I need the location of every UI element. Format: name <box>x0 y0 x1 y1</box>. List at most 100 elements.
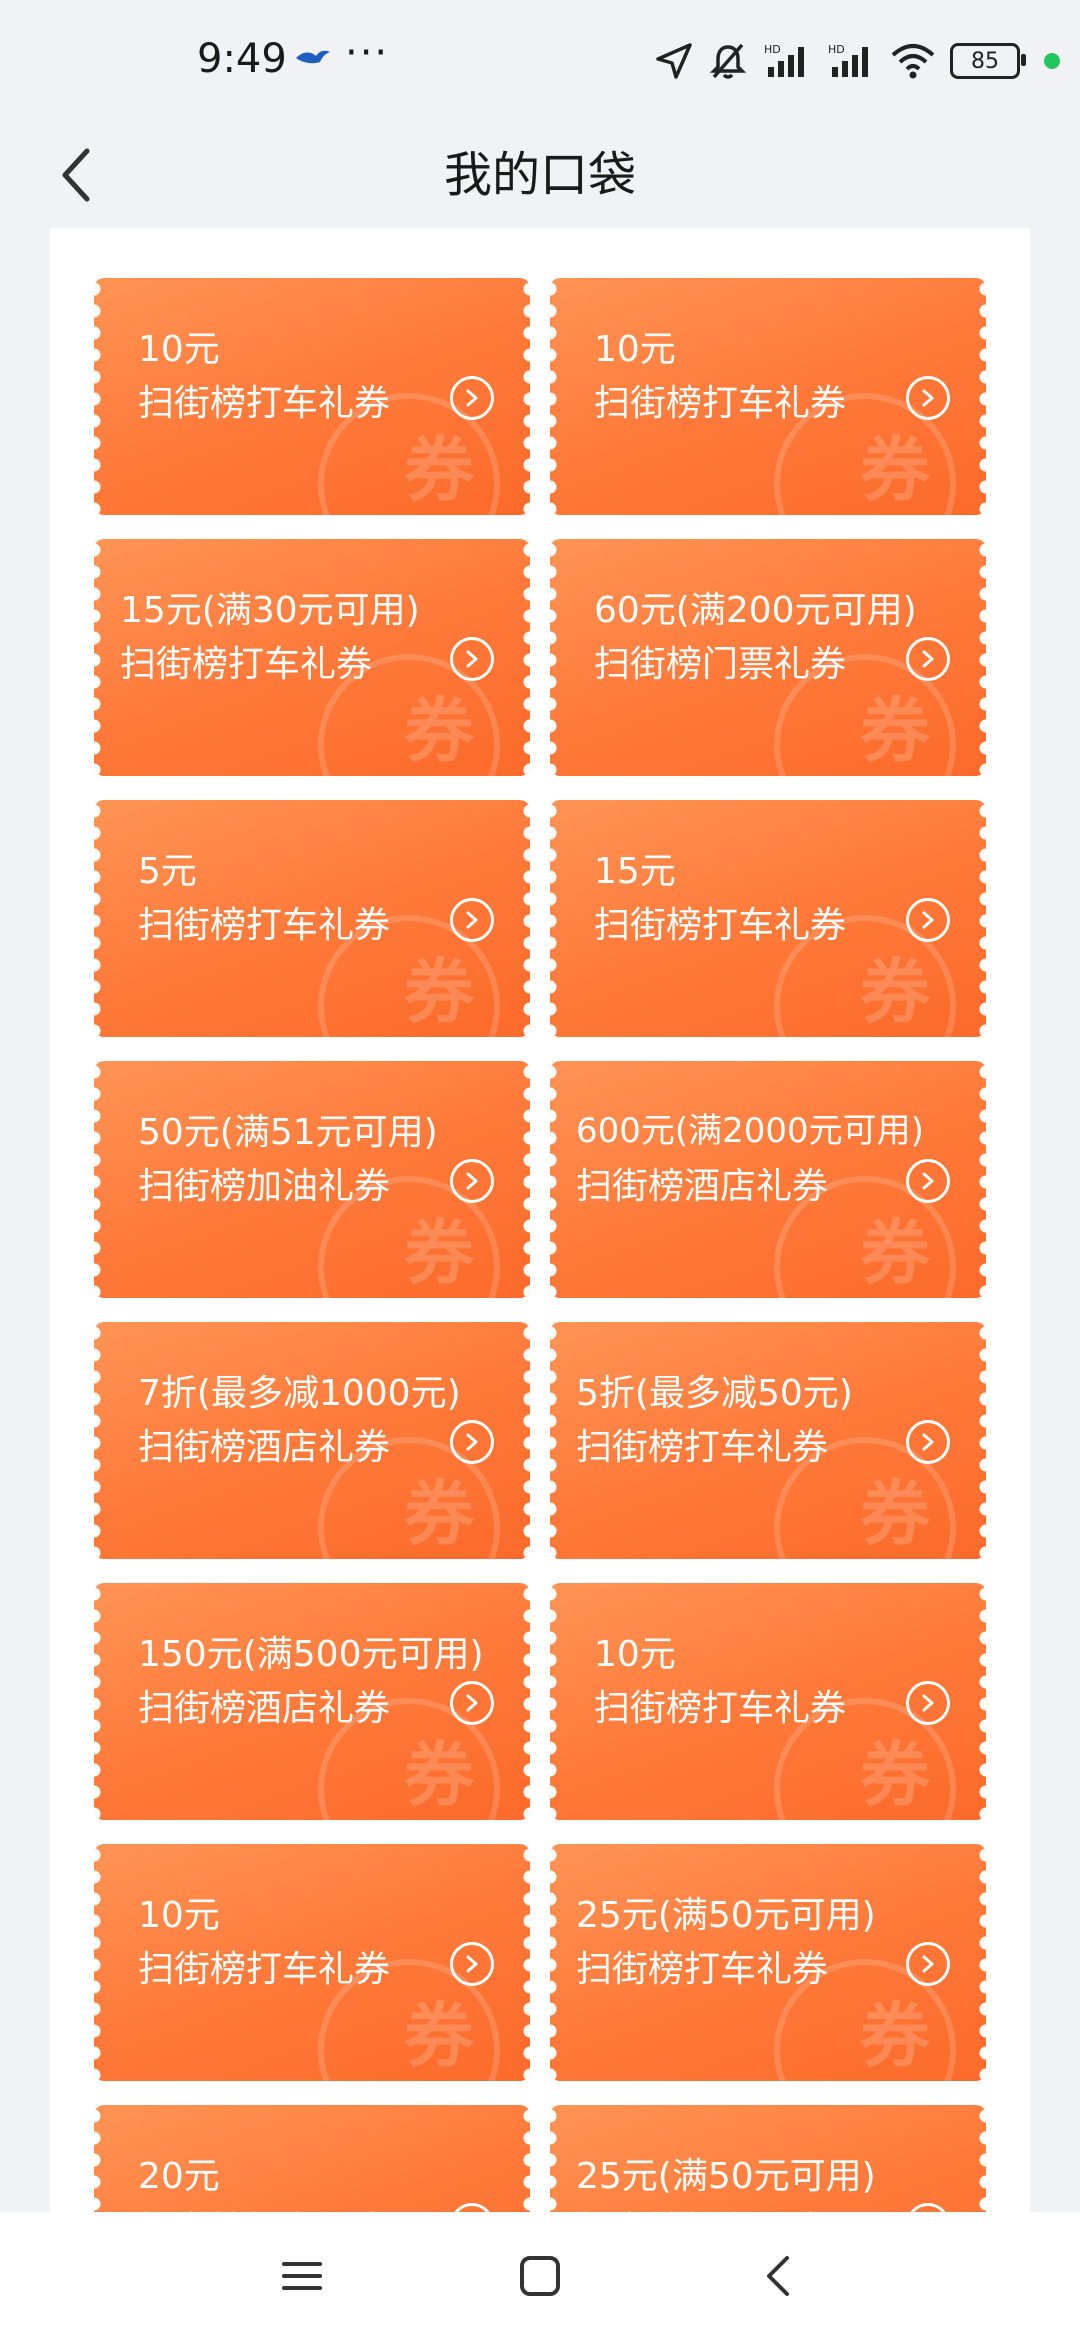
header: 我的口袋 <box>0 120 1080 230</box>
system-nav-bar <box>0 2212 1080 2340</box>
coupon-amount: 10元 <box>594 1634 676 1675</box>
coupon-name: 扫街榜打车礼券 <box>138 1949 391 1990</box>
coupon-name: 扫街榜加油礼券 <box>138 1166 391 1207</box>
coupon-amount: 50元(满51元可用) <box>138 1112 438 1153</box>
coupon-amount: 150元(满500元可用) <box>138 1634 484 1675</box>
coupon-amount: 15元(满30元可用) <box>120 590 420 631</box>
status-more-icon: ··· <box>345 30 390 76</box>
coupon-name: 扫街榜酒店礼券 <box>138 1688 391 1729</box>
battery-icon: 85 <box>950 43 1026 79</box>
coupon-card[interactable]: 券 5折(最多减50元) 扫街榜打车礼券 <box>550 1322 986 1559</box>
back-chevron-icon <box>767 2256 789 2296</box>
mute-bell-icon <box>709 43 747 79</box>
coupon-watermark: 券 <box>860 1734 930 1816</box>
home-square-icon <box>520 2256 560 2296</box>
coupon-amount: 15元 <box>594 851 676 892</box>
status-time: 9:49 <box>197 36 287 82</box>
coupon-watermark: 券 <box>860 1473 930 1555</box>
chevron-right-circle-icon[interactable] <box>450 1942 494 1986</box>
coupon-list-container[interactable]: 券 10元 扫街榜打车礼券 券 10元 扫街榜打车礼券 券 15元(满30元可用… <box>50 228 1030 2228</box>
coupon-amount: 10元 <box>594 329 676 370</box>
coupon-card[interactable]: 券 10元 扫街榜打车礼券 <box>550 278 986 515</box>
chevron-right-circle-icon[interactable] <box>450 1681 494 1725</box>
app-bird-icon <box>296 50 330 64</box>
chevron-right-circle-icon[interactable] <box>906 1159 950 1203</box>
chevron-right-circle-icon[interactable] <box>450 898 494 942</box>
coupon-watermark: 券 <box>404 1995 474 2077</box>
coupon-amount: 7折(最多减1000元) <box>138 1373 461 1414</box>
location-icon <box>656 43 692 79</box>
coupon-watermark: 券 <box>404 690 474 772</box>
coupon-card[interactable]: 券 10元 扫街榜打车礼券 <box>550 1583 986 1820</box>
coupon-name: 扫街榜打车礼券 <box>594 905 847 946</box>
coupon-name: 扫街榜门票礼券 <box>594 644 847 685</box>
menu-icon <box>282 2262 322 2290</box>
coupon-card[interactable]: 券 15元 扫街榜打车礼券 <box>550 800 986 1037</box>
status-bar: 9:49 ··· HD HD 85 <box>0 0 1080 120</box>
chevron-right-circle-icon[interactable] <box>906 1681 950 1725</box>
coupon-watermark: 券 <box>860 690 930 772</box>
chevron-right-circle-icon[interactable] <box>450 1420 494 1464</box>
chevron-right-circle-icon[interactable] <box>450 1159 494 1203</box>
coupon-watermark: 券 <box>404 1212 474 1294</box>
system-back-button[interactable] <box>748 2246 808 2306</box>
status-icons: HD HD 85 <box>654 36 1060 86</box>
coupon-amount: 60元(满200元可用) <box>594 590 917 631</box>
coupon-name: 扫街榜打车礼券 <box>594 1688 847 1729</box>
coupon-watermark: 券 <box>404 429 474 511</box>
svg-text:HD: HD <box>828 43 845 56</box>
coupon-card[interactable]: 券 7折(最多减1000元) 扫街榜酒店礼券 <box>94 1322 530 1559</box>
coupon-grid: 券 10元 扫街榜打车礼券 券 10元 扫街榜打车礼券 券 15元(满30元可用… <box>94 278 986 2228</box>
coupon-watermark: 券 <box>404 1473 474 1555</box>
wifi-icon <box>891 44 935 79</box>
coupon-card[interactable]: 券 25元(满50元可用) 扫街榜打车礼券 <box>550 2105 986 2228</box>
coupon-name: 扫街榜打车礼券 <box>138 905 391 946</box>
coupon-card[interactable]: 券 10元 扫街榜打车礼券 <box>94 1844 530 2081</box>
chevron-right-circle-icon[interactable] <box>450 637 494 681</box>
coupon-name: 扫街榜打车礼券 <box>120 644 373 685</box>
svg-text:HD: HD <box>764 43 781 56</box>
chevron-right-circle-icon[interactable] <box>906 637 950 681</box>
coupon-watermark: 券 <box>860 951 930 1033</box>
coupon-amount: 10元 <box>138 1895 220 1936</box>
coupon-name: 扫街榜打车礼券 <box>576 1949 829 1990</box>
coupon-card[interactable]: 券 600元(满2000元可用) 扫街榜酒店礼券 <box>550 1061 986 1298</box>
coupon-name: 扫街榜酒店礼券 <box>138 1427 391 1468</box>
coupon-name: 扫街榜打车礼券 <box>594 383 847 424</box>
coupon-card[interactable]: 券 50元(满51元可用) 扫街榜加油礼券 <box>94 1061 530 1298</box>
chevron-right-circle-icon[interactable] <box>906 376 950 420</box>
coupon-amount: 5折(最多减50元) <box>576 1373 853 1414</box>
coupon-watermark: 券 <box>860 1212 930 1294</box>
battery-level: 85 <box>971 48 999 74</box>
coupon-amount: 25元(满50元可用) <box>576 1895 876 1936</box>
chevron-right-circle-icon[interactable] <box>906 1942 950 1986</box>
coupon-amount: 20元 <box>138 2156 220 2197</box>
coupon-card[interactable]: 券 60元(满200元可用) 扫街榜门票礼券 <box>550 539 986 776</box>
coupon-watermark: 券 <box>860 1995 930 2077</box>
coupon-name: 扫街榜打车礼券 <box>576 1427 829 1468</box>
coupon-watermark: 券 <box>404 1734 474 1816</box>
privacy-indicator-dot <box>1044 53 1060 69</box>
chevron-right-circle-icon[interactable] <box>906 1420 950 1464</box>
signal-hd-icon: HD <box>764 43 804 77</box>
chevron-right-circle-icon[interactable] <box>450 376 494 420</box>
coupon-card[interactable]: 券 20元 扫街榜打车礼券 <box>94 2105 530 2228</box>
coupon-card[interactable]: 券 15元(满30元可用) 扫街榜打车礼券 <box>94 539 530 776</box>
coupon-card[interactable]: 券 150元(满500元可用) 扫街榜酒店礼券 <box>94 1583 530 1820</box>
coupon-watermark: 券 <box>860 429 930 511</box>
chevron-right-circle-icon[interactable] <box>906 898 950 942</box>
page-title: 我的口袋 <box>443 147 636 203</box>
signal-hd-icon: HD <box>828 43 868 77</box>
coupon-card[interactable]: 券 10元 扫街榜打车礼券 <box>94 278 530 515</box>
coupon-card[interactable]: 券 5元 扫街榜打车礼券 <box>94 800 530 1037</box>
coupon-amount: 25元(满50元可用) <box>576 2156 876 2197</box>
coupon-name: 扫街榜酒店礼券 <box>576 1166 829 1207</box>
coupon-amount: 5元 <box>138 851 197 892</box>
home-button[interactable] <box>510 2246 570 2306</box>
coupon-amount: 600元(满2000元可用) <box>576 1111 924 1151</box>
coupon-watermark: 券 <box>404 951 474 1033</box>
coupon-card[interactable]: 券 25元(满50元可用) 扫街榜打车礼券 <box>550 1844 986 2081</box>
coupon-amount: 10元 <box>138 329 220 370</box>
recent-apps-button[interactable] <box>272 2246 332 2306</box>
coupon-name: 扫街榜打车礼券 <box>138 383 391 424</box>
